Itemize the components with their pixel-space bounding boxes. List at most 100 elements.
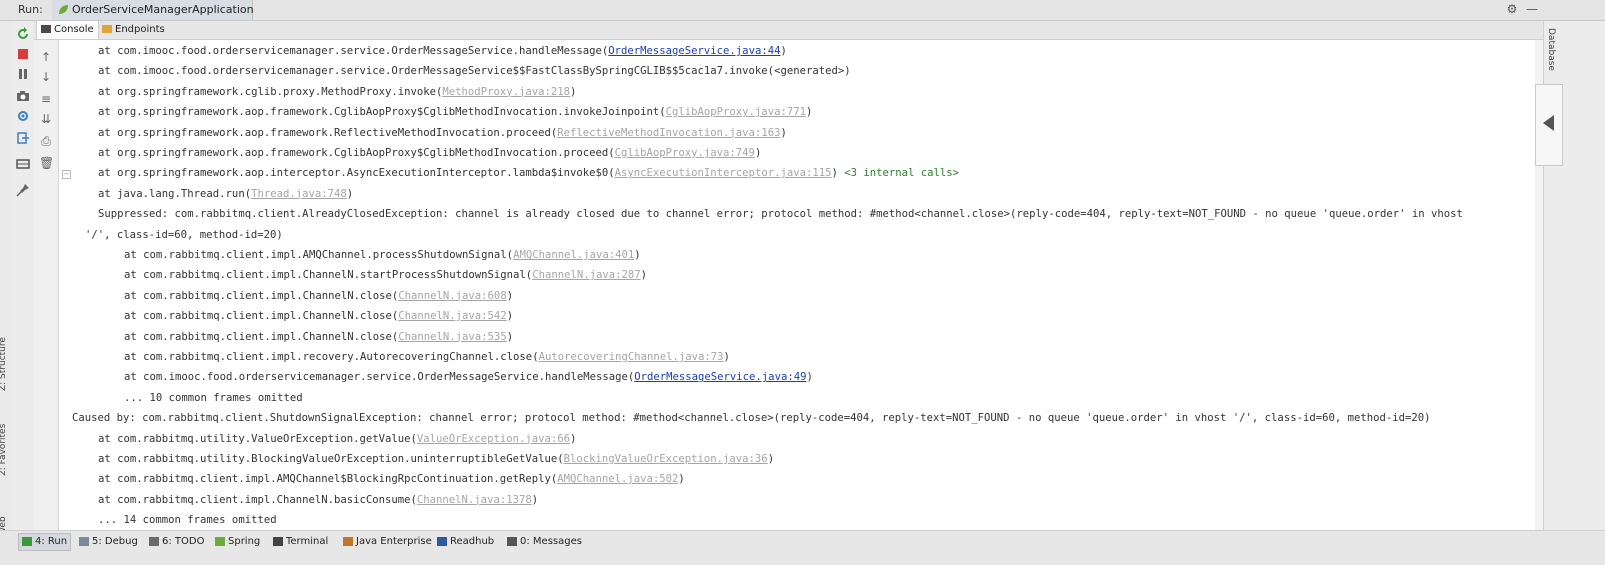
source-link[interactable]: MethodProxy.java:218 <box>442 86 570 98</box>
console-line-text: at com.rabbitmq.client.impl.ChannelN.sta… <box>124 269 533 282</box>
bottom-tab-readhub[interactable]: Readhub <box>434 534 497 550</box>
pin-icon[interactable] <box>16 183 30 197</box>
console-line: at com.rabbitmq.client.impl.ChannelN.clo… <box>124 286 513 306</box>
console-line: at com.rabbitmq.client.impl.ChannelN.sta… <box>124 265 647 285</box>
print-icon[interactable]: ⎙ <box>39 134 53 148</box>
source-link[interactable]: ChannelN.java:1378 <box>417 494 532 506</box>
bottom-tab-label: Terminal <box>286 536 329 547</box>
bottom-tab-todo[interactable]: 6: TODO <box>146 534 207 550</box>
arrow-up-icon[interactable]: ↑ <box>39 50 53 64</box>
run-subtabs: Console Endpoints <box>34 21 1569 40</box>
endpoints-icon <box>102 25 112 33</box>
internal-calls-link[interactable]: <3 internal calls> <box>838 167 959 179</box>
console-line-suffix: ) <box>678 473 685 486</box>
source-link[interactable]: OrderMessageService.java:44 <box>608 45 780 57</box>
messages-icon <box>507 536 517 546</box>
source-link[interactable]: CglibAopProxy.java:749 <box>615 147 755 159</box>
camera-icon[interactable] <box>16 89 30 103</box>
console-line-suffix: ) <box>506 289 514 302</box>
console-line-text: at org.springframework.aop.framework.Ref… <box>98 126 558 139</box>
console-line-text: at com.rabbitmq.client.impl.AMQChannel.p… <box>124 249 514 261</box>
source-link[interactable]: ChannelN.java:535 <box>398 331 506 343</box>
settings-cog-icon[interactable] <box>16 109 30 123</box>
console-line: at com.imooc.food.orderservicemanager.se… <box>124 367 813 387</box>
console-line: at org.springframework.aop.framework.Cgl… <box>98 102 812 122</box>
console-line: at org.springframework.aop.interceptor.A… <box>98 163 959 183</box>
console-line-suffix: ) <box>640 269 648 282</box>
console-line-text: ... 14 common frames omitted <box>98 514 277 527</box>
console-line-suffix: ) <box>531 493 539 506</box>
collapse-panel-button[interactable] <box>1535 84 1563 166</box>
stop-icon[interactable] <box>16 47 30 61</box>
source-link[interactable]: OrderMessageService.java:49 <box>634 371 806 383</box>
source-link[interactable]: ReflectiveMethodInvocation.java:163 <box>557 127 780 139</box>
favorites-tool-label[interactable]: 2: Favorites <box>0 424 8 476</box>
console-line: ... 14 common frames omitted <box>98 510 277 530</box>
layout-icon[interactable] <box>16 157 30 171</box>
java-enterprise-icon <box>343 536 353 546</box>
source-link[interactable]: BlockingValueOrException.java:36 <box>564 453 768 465</box>
tab-console[interactable]: Console <box>36 21 99 39</box>
console-line-text: at com.imooc.food.orderservicemanager.se… <box>98 65 851 78</box>
console-line-text: Caused by: com.rabbitmq.client.ShutdownS… <box>72 412 1431 425</box>
console-line-suffix: ) <box>754 147 762 159</box>
source-link[interactable]: ChannelN.java:542 <box>398 310 506 322</box>
arrow-down-icon[interactable]: ↓ <box>39 70 53 84</box>
tab-endpoints-label: Endpoints <box>115 24 165 35</box>
source-link[interactable]: ChannelN.java:608 <box>398 290 506 302</box>
console-line-suffix: ) <box>780 45 787 57</box>
source-link[interactable]: ChannelN.java:287 <box>532 269 640 281</box>
console-line-text: at org.springframework.aop.framework.Cgl… <box>98 106 666 119</box>
source-link[interactable]: AMQChannel.java:502 <box>557 473 678 485</box>
bottom-tab-label: Spring <box>228 536 261 547</box>
run-config-tab[interactable]: OrderServiceManagerApplication <box>52 0 254 20</box>
source-link[interactable]: ValueOrException.java:66 <box>417 433 570 445</box>
trash-icon[interactable]: 🗑 <box>39 156 54 170</box>
source-link[interactable]: CglibAopProxy.java:771 <box>666 106 806 118</box>
console-line-text: at com.rabbitmq.utility.BlockingValueOrE… <box>98 453 564 465</box>
console-line-suffix: ) <box>767 453 775 465</box>
bottom-tab-debug[interactable]: 5: Debug <box>76 534 141 550</box>
rerun-icon[interactable] <box>16 27 30 41</box>
console-line-text: ... 10 common frames omitted <box>124 391 303 404</box>
console-line: '/', class-id=60, method-id=20) <box>85 225 283 245</box>
scroll-to-end-icon[interactable]: ⇊ <box>39 112 53 126</box>
console-output[interactable]: at com.imooc.food.orderservicemanager.se… <box>59 40 1535 530</box>
bottom-tab-label: 5: Debug <box>92 536 138 547</box>
console-line-suffix: ) <box>723 351 730 363</box>
source-link[interactable]: AsyncExecutionInterceptor.java:115 <box>615 167 832 179</box>
soft-wrap-icon[interactable]: ≡ <box>39 92 53 106</box>
console-line-suffix: ) <box>569 85 577 98</box>
bottom-tool-bar: 4: Run 5: Debug 6: TODO Spring Terminal Java … <box>0 530 1605 565</box>
console-line-text: at org.springframework.cglib.proxy.Metho… <box>98 85 443 98</box>
bottom-tab-label: 4: Run <box>35 536 68 547</box>
console-line: at com.rabbitmq.client.impl.AMQChannel$B… <box>98 469 685 489</box>
structure-tool-label[interactable]: Z: Structure <box>0 337 8 391</box>
source-link[interactable]: Thread.java:748 <box>251 188 347 200</box>
console-line-text: Suppressed: com.rabbitmq.client.AlreadyC… <box>98 208 1463 221</box>
pause-icon[interactable] <box>16 67 30 81</box>
console-line-text: at com.rabbitmq.client.impl.ChannelN.clo… <box>124 310 399 323</box>
console-line-text: at com.imooc.food.orderservicemanager.se… <box>98 45 609 57</box>
database-tool-label[interactable]: Database <box>1546 28 1556 71</box>
tab-endpoints[interactable]: Endpoints <box>98 21 169 39</box>
console-line: at org.springframework.aop.framework.Ref… <box>98 123 787 143</box>
minimize-icon[interactable]: — <box>1525 2 1539 16</box>
bottom-tab-run[interactable]: 4: Run <box>18 533 72 551</box>
console-line-text: at org.springframework.aop.interceptor.A… <box>98 167 615 180</box>
source-link[interactable]: AMQChannel.java:401 <box>513 249 634 261</box>
gear-icon[interactable]: ⚙ <box>1505 2 1519 16</box>
console-line-suffix: ) <box>506 330 514 343</box>
exit-icon[interactable] <box>16 131 30 145</box>
spring-leaf-icon <box>59 5 68 14</box>
debug-icon <box>79 536 89 546</box>
bottom-tab-messages[interactable]: 0: Messages <box>504 534 585 550</box>
bottom-tab-label: 6: TODO <box>162 536 205 547</box>
source-link[interactable]: AutorecoveringChannel.java:73 <box>539 351 724 363</box>
bottom-tab-spring[interactable]: Spring <box>212 534 263 550</box>
console-line-suffix: ) <box>346 187 354 200</box>
bottom-tab-java-enterprise[interactable]: Java Enterprise <box>340 534 435 550</box>
console-line-suffix: ) <box>805 106 813 119</box>
bottom-tab-terminal[interactable]: Terminal <box>270 534 331 550</box>
fold-toggle-icon[interactable]: − <box>62 170 71 179</box>
